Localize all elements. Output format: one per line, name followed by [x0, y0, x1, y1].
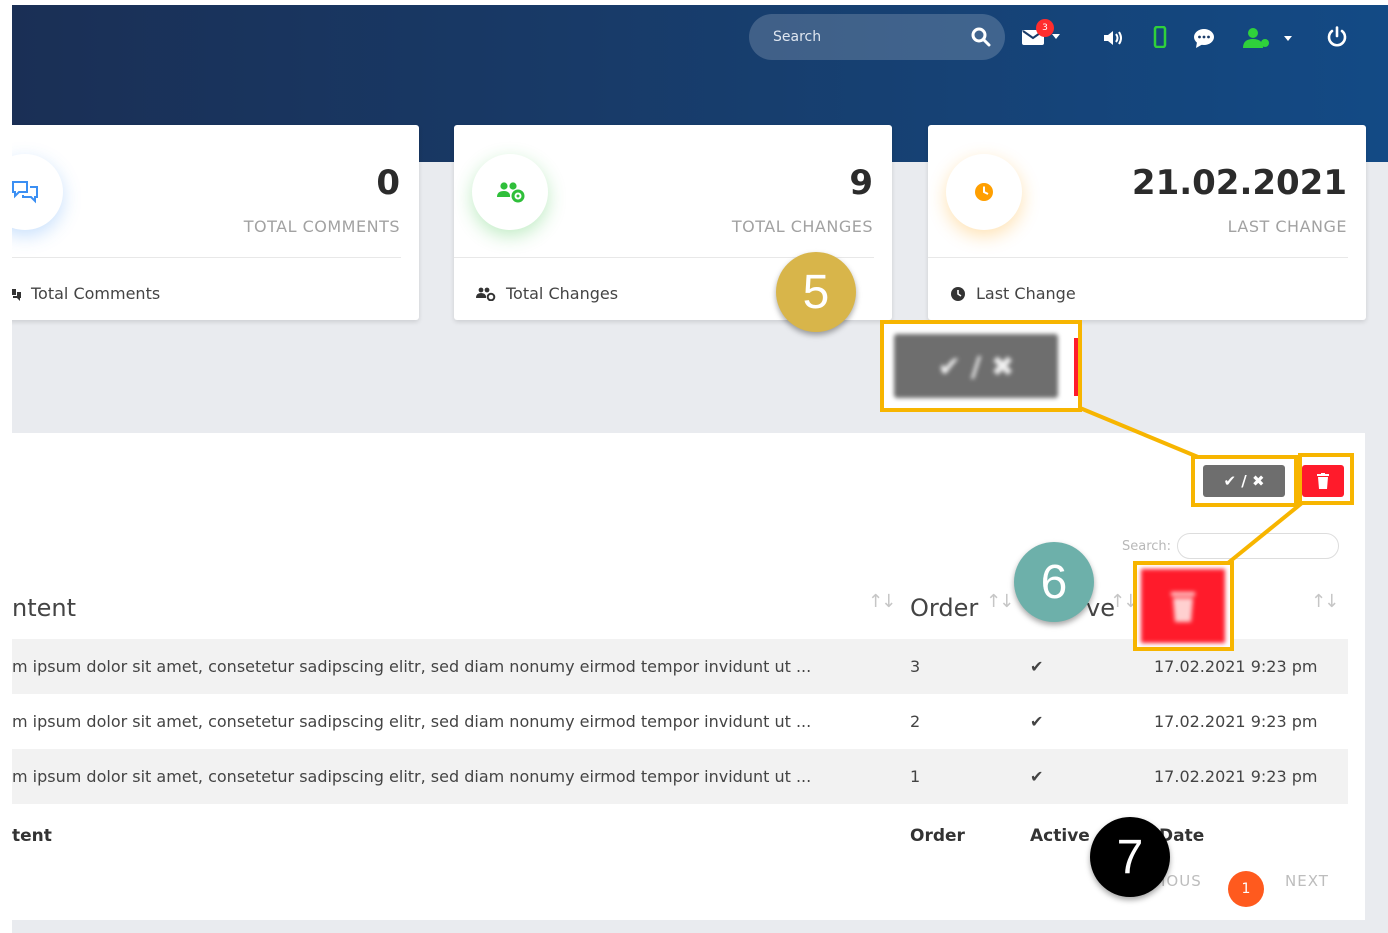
callout-marker-5: 5: [776, 252, 856, 332]
card-divider: [928, 257, 1348, 258]
table-search: Search:: [1122, 533, 1340, 559]
mobile-icon[interactable]: [1153, 26, 1167, 48]
changes-value: 9: [849, 163, 873, 203]
highlight-toggle-button: [1191, 455, 1298, 507]
comments-small-icon: [12, 288, 21, 301]
last-change-caption: LAST CHANGE: [1227, 217, 1347, 236]
zoom-toggle-button: ✔ / ✖: [880, 320, 1082, 412]
users-cog-icon: [472, 154, 548, 230]
user-icon: [1243, 28, 1269, 48]
chat-icon[interactable]: [1192, 27, 1216, 49]
row-order: 3: [910, 657, 921, 676]
sort-icon[interactable]: ↑↓: [1311, 591, 1339, 612]
last-change-footer: Last Change: [950, 284, 1076, 303]
footer-active: Active: [1030, 826, 1090, 846]
app-page: 3: [12, 5, 1388, 933]
table-row[interactable]: m ipsum dolor sit amet, consetetur sadip…: [12, 694, 1348, 749]
sort-icon[interactable]: ↑↓: [868, 591, 896, 612]
column-header-content[interactable]: ntent: [12, 594, 76, 622]
changes-footer: Total Changes: [476, 284, 618, 303]
last-change-footer-label: Last Change: [976, 284, 1076, 303]
comments-footer-label: Total Comments: [31, 284, 161, 303]
footer-content: tent: [12, 826, 52, 846]
row-order: 2: [910, 712, 921, 731]
row-content: m ipsum dolor sit amet, consetetur sadip…: [12, 767, 812, 786]
last-change-value: 21.02.2021: [1131, 163, 1347, 203]
row-content: m ipsum dolor sit amet, consetetur sadip…: [12, 712, 812, 731]
notifications-menu[interactable]: 3: [1021, 19, 1060, 47]
callout-marker-7: 7: [1090, 817, 1170, 897]
chevron-down-icon: [1284, 35, 1292, 41]
pager-next[interactable]: NEXT: [1285, 872, 1329, 890]
row-content: m ipsum dolor sit amet, consetetur sadip…: [12, 657, 812, 676]
power-icon[interactable]: [1326, 26, 1348, 48]
stat-card-comments: 0 TOTAL COMMENTS Total Comments: [12, 125, 419, 320]
zoom-delete-edge: [1074, 338, 1078, 396]
users-cog-small-icon: [476, 287, 496, 301]
trash-icon: [1171, 592, 1195, 622]
comments-caption: TOTAL COMMENTS: [243, 217, 400, 236]
checkmark-icon: ✔: [1030, 712, 1044, 731]
clock-small-icon: [951, 286, 965, 301]
zoom-toggle-label: ✔ / ✖: [894, 334, 1058, 398]
highlight-delete-button: [1298, 453, 1354, 505]
header-search-input[interactable]: [773, 29, 971, 45]
row-date: 17.02.2021 9:23 pm: [1154, 657, 1318, 676]
clock-icon: [946, 154, 1022, 230]
column-header-order[interactable]: Order: [910, 594, 978, 622]
row-date: 17.02.2021 9:23 pm: [1154, 767, 1318, 786]
table-row[interactable]: m ipsum dolor sit amet, consetetur sadip…: [12, 749, 1348, 804]
row-order: 1: [910, 767, 921, 786]
stat-card-last-change: 21.02.2021 LAST CHANGE Last Change: [928, 125, 1366, 320]
changes-caption: TOTAL CHANGES: [731, 217, 873, 236]
chevron-down-icon: [1052, 33, 1060, 39]
checkmark-icon: ✔: [1030, 767, 1044, 786]
callout-marker-6: 6: [1014, 542, 1094, 622]
volume-icon[interactable]: [1102, 29, 1124, 47]
table-search-input[interactable]: [1177, 533, 1340, 559]
notification-badge: 3: [1036, 19, 1054, 37]
pager-page-1[interactable]: 1: [1228, 871, 1264, 907]
user-menu[interactable]: [1242, 27, 1292, 49]
footer-order: Order: [910, 826, 965, 846]
comments-value: 0: [376, 163, 400, 203]
sort-icon[interactable]: ↑↓: [986, 591, 1014, 612]
comments-footer: Total Comments: [12, 284, 160, 303]
comments-icon: [12, 154, 63, 230]
search-icon[interactable]: [971, 27, 991, 47]
row-date: 17.02.2021 9:23 pm: [1154, 712, 1318, 731]
pager-previous[interactable]: IOUS: [1161, 872, 1202, 890]
card-divider: [12, 257, 401, 258]
zoom-delete-fill: [1141, 569, 1225, 643]
changes-footer-label: Total Changes: [506, 284, 619, 303]
zoom-delete-button: [1133, 561, 1234, 651]
table-search-label: Search:: [1122, 538, 1172, 554]
checkmark-icon: ✔: [1030, 657, 1044, 676]
header-search-box[interactable]: [749, 14, 1005, 60]
